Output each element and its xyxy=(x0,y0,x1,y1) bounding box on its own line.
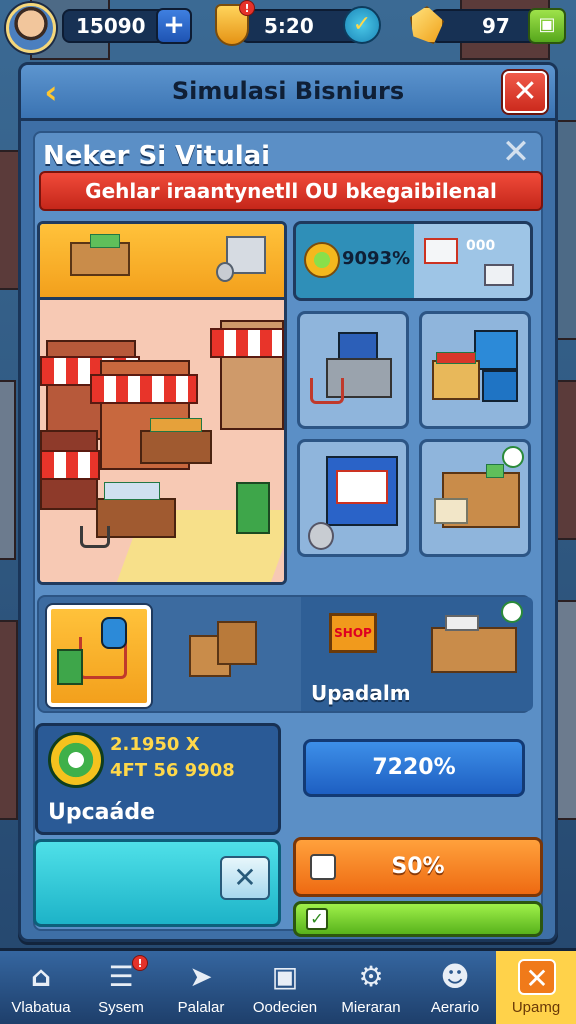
nav-label: Aerario xyxy=(430,999,480,1016)
inner-content: Neker Si Vitulai ✕ Gehlar iraantynetll O… xyxy=(33,131,543,937)
shopping-cart-icon xyxy=(310,378,344,404)
home-icon: ⌂ xyxy=(30,960,52,993)
nav-label: Upamg xyxy=(511,999,561,1016)
section-title: Neker Si Vitulai xyxy=(43,141,271,171)
gear-icon: ⚙ xyxy=(358,960,384,993)
nav-item-system[interactable]: ☰ ! Sysem xyxy=(80,951,162,1024)
shop-sign-icon: SHOP xyxy=(329,613,377,653)
nav-item-oodecien[interactable]: ▣ Oodecien xyxy=(244,951,326,1024)
check-bubble-icon xyxy=(501,601,523,623)
upgrade-label: Upadalm xyxy=(311,681,411,705)
nav-label: Palalar xyxy=(177,999,225,1016)
progress-bar: ✓ xyxy=(293,901,543,937)
revenue-stat-tile[interactable]: 9093% 000 xyxy=(293,221,533,301)
shield-icon[interactable]: ! xyxy=(215,0,255,46)
stat-value: 9093% xyxy=(342,248,411,269)
gem-value: 97 xyxy=(482,14,510,38)
top-hud: 15090 + ! 5:20 ✓ 97 ▣ xyxy=(0,0,576,53)
upgrade-card-label: Upcaáde xyxy=(48,800,156,825)
tools-icon: ✕ xyxy=(518,959,556,995)
check-bubble-icon xyxy=(502,446,524,468)
item-tile-register[interactable] xyxy=(297,311,409,429)
income-card[interactable]: 2.1950 X 4FT 56 9908 Upcaáde xyxy=(35,723,281,835)
building-icon: ▣ xyxy=(271,960,299,993)
add-coins-button[interactable]: + xyxy=(156,8,192,44)
notification-badge: ! xyxy=(239,0,255,16)
check-icon: ✓ xyxy=(306,908,328,930)
bottom-nav: ⌂ Vlabatua ☰ ! Sysem ➤ Palalar ▣ Oodecie… xyxy=(0,948,576,1024)
shop-items-row: SHOP Upadalm xyxy=(37,595,533,713)
add-gems-button[interactable]: ▣ xyxy=(528,8,566,44)
upgrade-area[interactable]: SHOP Upadalm xyxy=(301,597,533,711)
bottle-icon xyxy=(101,617,127,649)
income-rate: 2.1950 X xyxy=(110,734,200,755)
item-tile-signage[interactable] xyxy=(297,439,409,557)
safe-icon xyxy=(217,621,257,665)
boost-button[interactable]: S0% xyxy=(293,837,543,897)
store-header xyxy=(40,224,284,300)
close-button[interactable]: ✕ xyxy=(503,71,547,113)
cart-icon xyxy=(424,238,458,264)
isometric-market-scene xyxy=(40,300,284,582)
nav-label: Mieraran xyxy=(341,999,401,1016)
item-tile-desk[interactable] xyxy=(419,439,531,557)
business-sim-panel: ‹ Simulasi Bisniurs ✕ Neker Si Vitulai ✕… xyxy=(18,62,558,942)
dismiss-icon[interactable]: ✕ xyxy=(220,856,270,900)
notification-badge: ! xyxy=(132,955,148,971)
income-total: 4FT 56 9908 xyxy=(110,760,235,781)
character-icon: ☻ xyxy=(440,960,470,993)
nav-label: Sysem xyxy=(98,999,144,1016)
coin-stack-icon xyxy=(216,262,234,282)
gem-counter: 97 ▣ xyxy=(430,8,566,44)
nav-item-mieraran[interactable]: ⚙ Mieraran xyxy=(330,951,412,1024)
coin-stack-icon xyxy=(308,522,334,550)
nav-item-palalar[interactable]: ➤ Palalar xyxy=(160,951,242,1024)
player-avatar[interactable] xyxy=(6,3,56,53)
stat-secondary-value: 000 xyxy=(466,238,496,254)
store-scene-card[interactable] xyxy=(37,221,287,585)
nav-item-upgrade[interactable]: ✕ Upamg xyxy=(496,951,576,1024)
cash-icon xyxy=(484,264,514,286)
boost-label: S0% xyxy=(391,854,445,879)
bag-icon xyxy=(57,649,83,685)
coin-ring-icon xyxy=(48,732,104,788)
timer-value: 5:20 xyxy=(264,14,314,38)
plane-icon: ➤ xyxy=(189,960,213,993)
panel-title: Simulasi Bisniurs xyxy=(171,77,405,105)
percent-button[interactable]: 7220% xyxy=(303,739,525,797)
counter-desk-icon xyxy=(431,627,517,673)
crate-icon xyxy=(474,330,518,370)
panel-title-bar: ‹ Simulasi Bisniurs ✕ xyxy=(21,65,555,121)
section-close-icon[interactable]: ✕ xyxy=(499,135,533,169)
nav-item-aerario[interactable]: ☻ Aerario xyxy=(414,951,496,1024)
checkmark-badge-icon[interactable]: ✓ xyxy=(343,6,381,44)
teal-action-bar[interactable]: ✕ xyxy=(33,839,281,927)
gear-coin-icon xyxy=(304,242,340,278)
produce-box-icon xyxy=(432,360,480,400)
nav-label: Vlabatua xyxy=(11,999,71,1016)
coin-value: 15090 xyxy=(76,14,146,38)
nav-label: Oodecien xyxy=(252,999,318,1016)
cart-item-tile[interactable] xyxy=(47,605,151,707)
nav-item-home[interactable]: ⌂ Vlabatua xyxy=(0,951,82,1024)
vending-machine xyxy=(236,482,270,534)
alert-banner: Gehlar iraantynetll OU bkegaibilenal xyxy=(39,171,543,211)
coin-counter: 15090 + xyxy=(62,8,192,44)
item-tile-produce[interactable] xyxy=(419,311,531,429)
